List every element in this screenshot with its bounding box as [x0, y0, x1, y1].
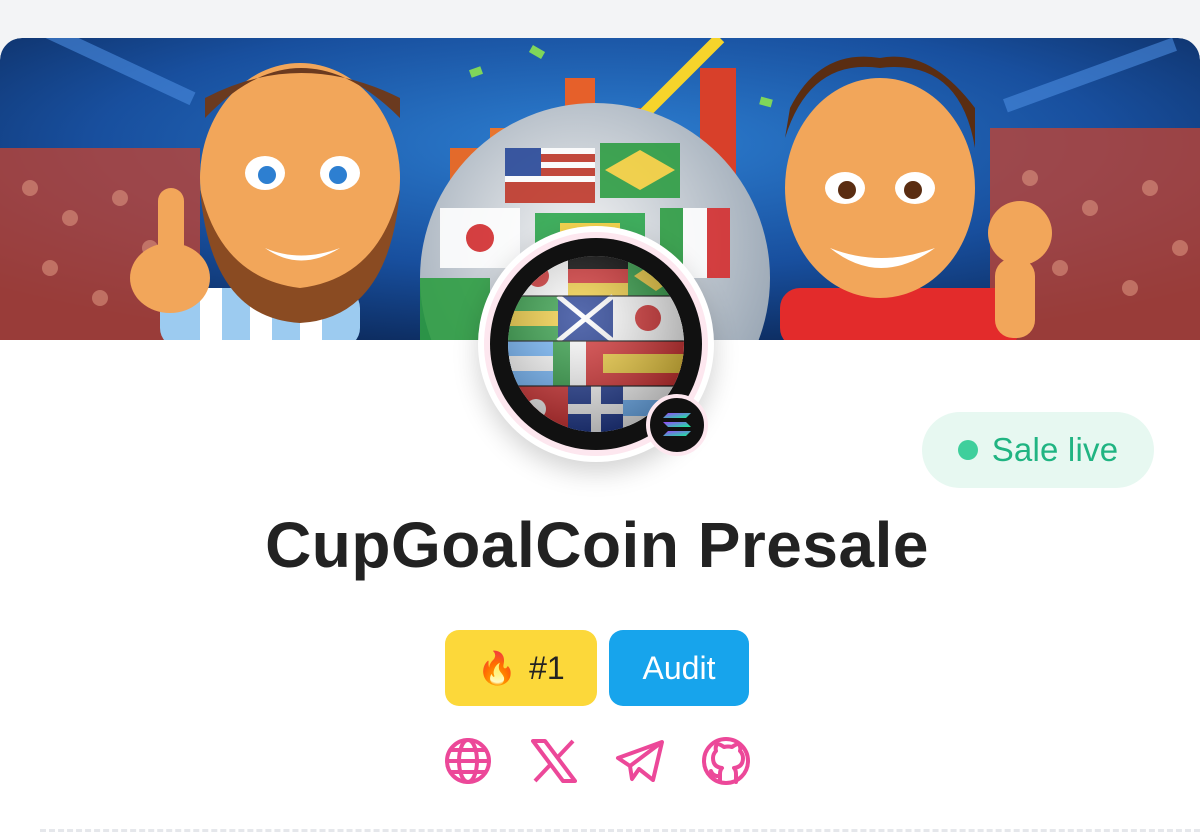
divider: [40, 829, 1200, 832]
audit-label: Audit: [642, 649, 716, 686]
social-links: [0, 734, 1194, 788]
audit-badge[interactable]: Audit: [609, 630, 749, 706]
badge-row: 🔥 #1 Audit: [0, 630, 1194, 706]
rank-badge[interactable]: 🔥 #1: [445, 630, 597, 706]
telegram-icon[interactable]: [613, 734, 667, 788]
project-card: Sale live CupGoalCoin Presale 🔥 #1 Audit: [0, 38, 1200, 836]
rank-label: #1: [529, 649, 565, 686]
github-icon[interactable]: [699, 734, 753, 788]
x-icon[interactable]: [527, 734, 581, 788]
fire-icon: 🔥: [477, 650, 518, 686]
status-dot: [957, 440, 978, 460]
globe-icon[interactable]: [441, 734, 495, 788]
status-label: Sale live: [991, 431, 1119, 468]
status-badge: Sale live: [922, 412, 1154, 488]
project-title: CupGoalCoin Presale: [265, 509, 929, 581]
project-avatar: [478, 226, 714, 462]
solana-icon: [646, 394, 708, 456]
